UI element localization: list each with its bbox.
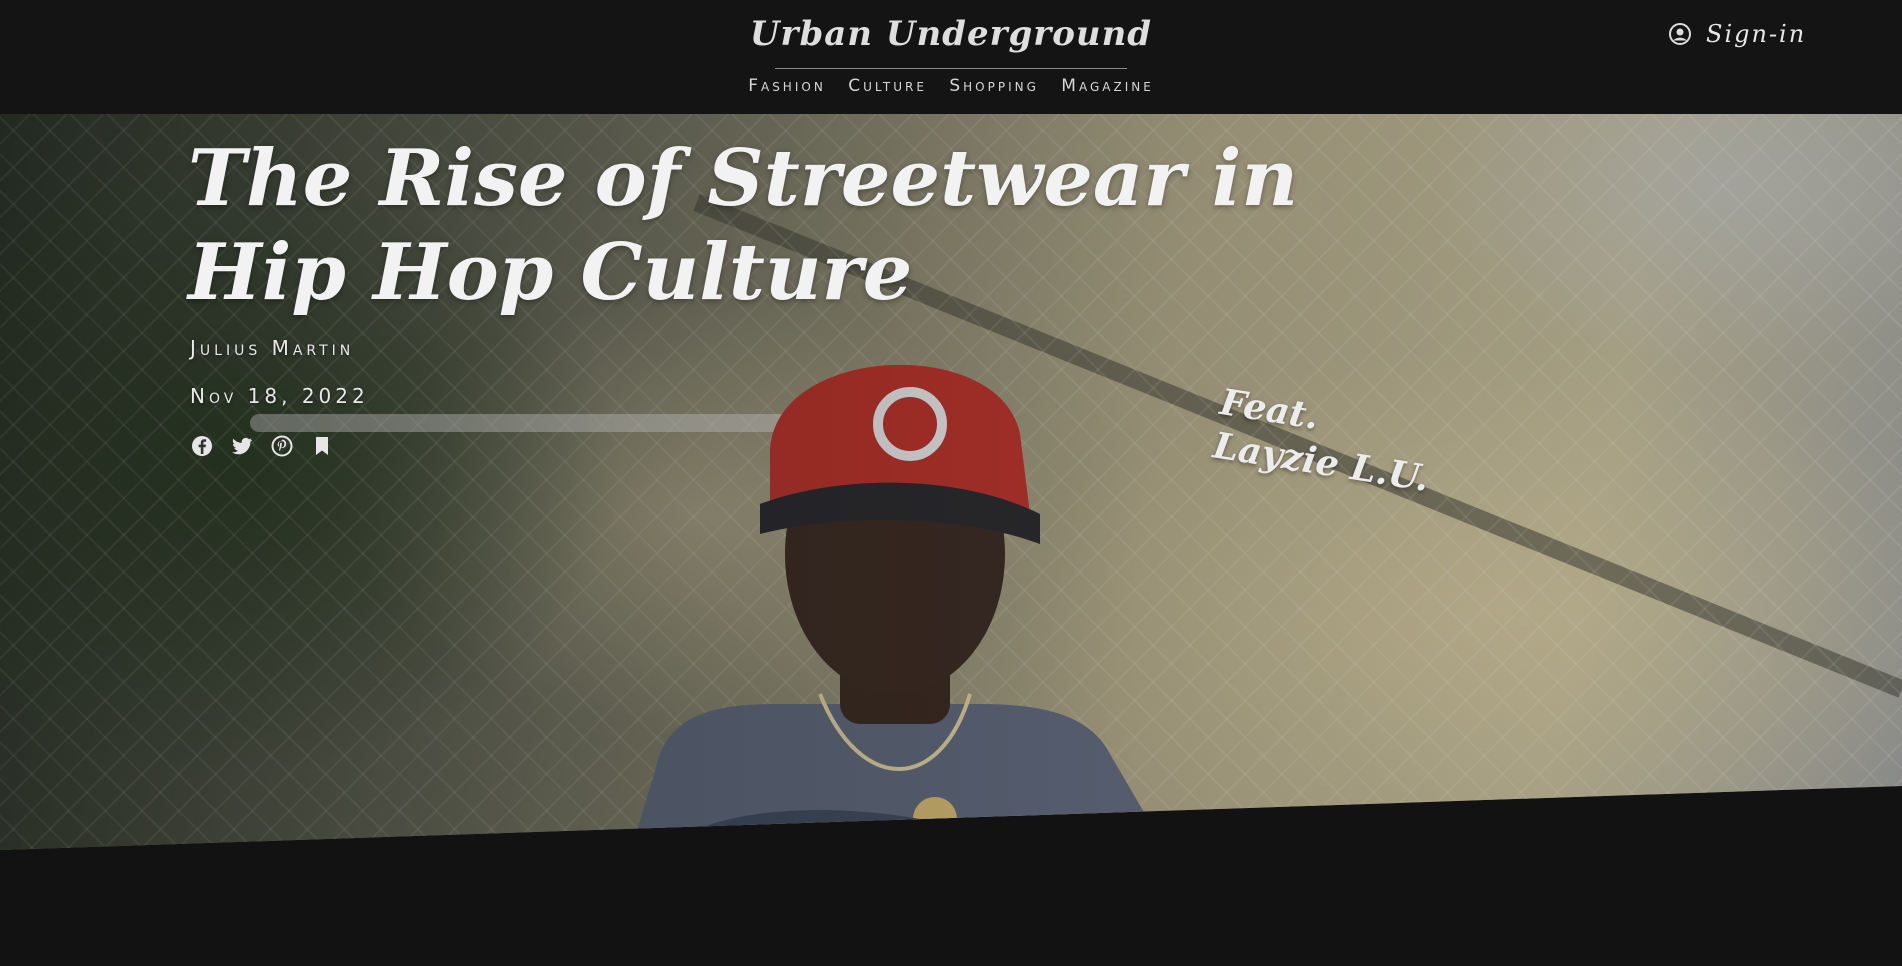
nav-item-fashion[interactable]: Fashion — [748, 76, 826, 96]
article-title: The Rise of Streetwear in Hip Hop Cultur… — [188, 133, 1299, 318]
sign-in-label: Sign-in — [1706, 20, 1807, 48]
nav-item-shopping[interactable]: Shopping — [949, 76, 1039, 96]
nav-item-magazine[interactable]: Magazine — [1061, 76, 1154, 96]
facebook-icon[interactable] — [190, 434, 214, 458]
sign-in-link[interactable]: Sign-in — [1668, 20, 1806, 48]
article-author[interactable]: Julius Martin — [190, 336, 354, 360]
top-bar: Urban Underground Fashion Culture Shoppi… — [0, 0, 1902, 114]
brand-divider — [775, 68, 1127, 69]
pinterest-icon[interactable] — [270, 434, 294, 458]
twitter-icon[interactable] — [230, 434, 254, 458]
article-date: Nov 18, 2022 — [190, 384, 369, 408]
user-circle-icon — [1669, 23, 1691, 45]
site-logo[interactable]: Urban Underground — [0, 14, 1902, 54]
share-icons — [190, 434, 334, 458]
main-nav: Fashion Culture Shopping Magazine — [0, 76, 1902, 96]
bookmark-icon[interactable] — [310, 434, 334, 458]
nav-item-culture[interactable]: Culture — [848, 76, 927, 96]
